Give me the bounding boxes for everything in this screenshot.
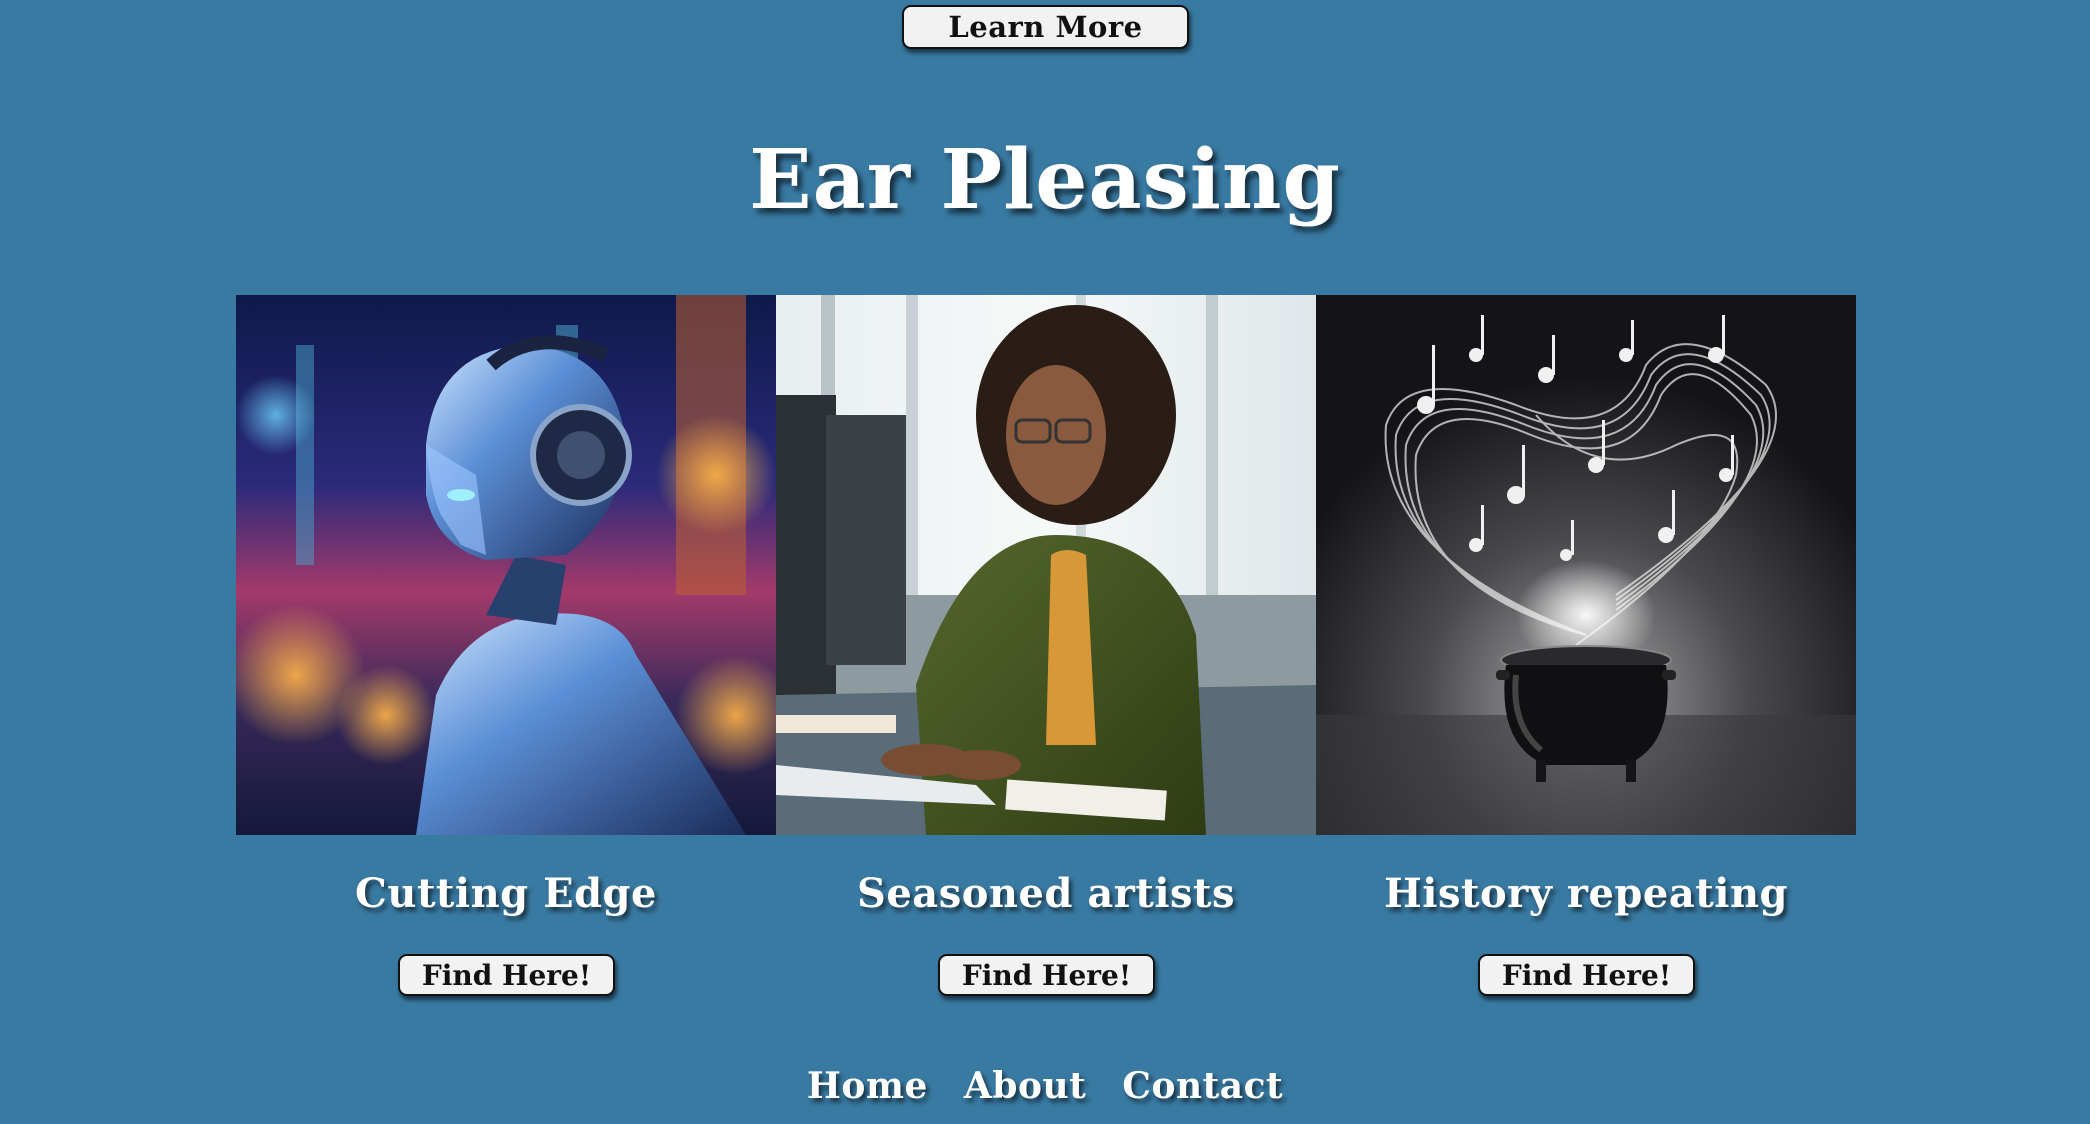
learn-more-button[interactable]: Learn More xyxy=(902,5,1189,49)
footer-link-about[interactable]: About xyxy=(964,1065,1086,1107)
footer-nav: Home About Contact xyxy=(0,1065,2090,1107)
cauldron-with-music-notes-image xyxy=(1316,295,1856,835)
page: Learn More Ear Pleasing Cutting Edge Sea… xyxy=(0,0,2090,1124)
robot-with-headphones-image xyxy=(236,295,776,835)
find-here-button-seasoned-artists[interactable]: Find Here! xyxy=(938,954,1155,996)
page-title: Ear Pleasing xyxy=(749,132,1341,228)
footer-link-contact[interactable]: Contact xyxy=(1122,1065,1283,1107)
card-caption-cutting-edge: Cutting Edge xyxy=(355,870,657,917)
card-caption-history-repeating: History repeating xyxy=(1384,870,1788,917)
footer-link-home[interactable]: Home xyxy=(807,1065,928,1107)
woman-typing-at-computer-image xyxy=(776,295,1316,835)
card-caption-seasoned-artists: Seasoned artists xyxy=(856,870,1236,917)
find-here-button-cutting-edge[interactable]: Find Here! xyxy=(398,954,615,996)
find-here-button-history-repeating[interactable]: Find Here! xyxy=(1478,954,1695,996)
image-gallery xyxy=(236,295,1856,835)
